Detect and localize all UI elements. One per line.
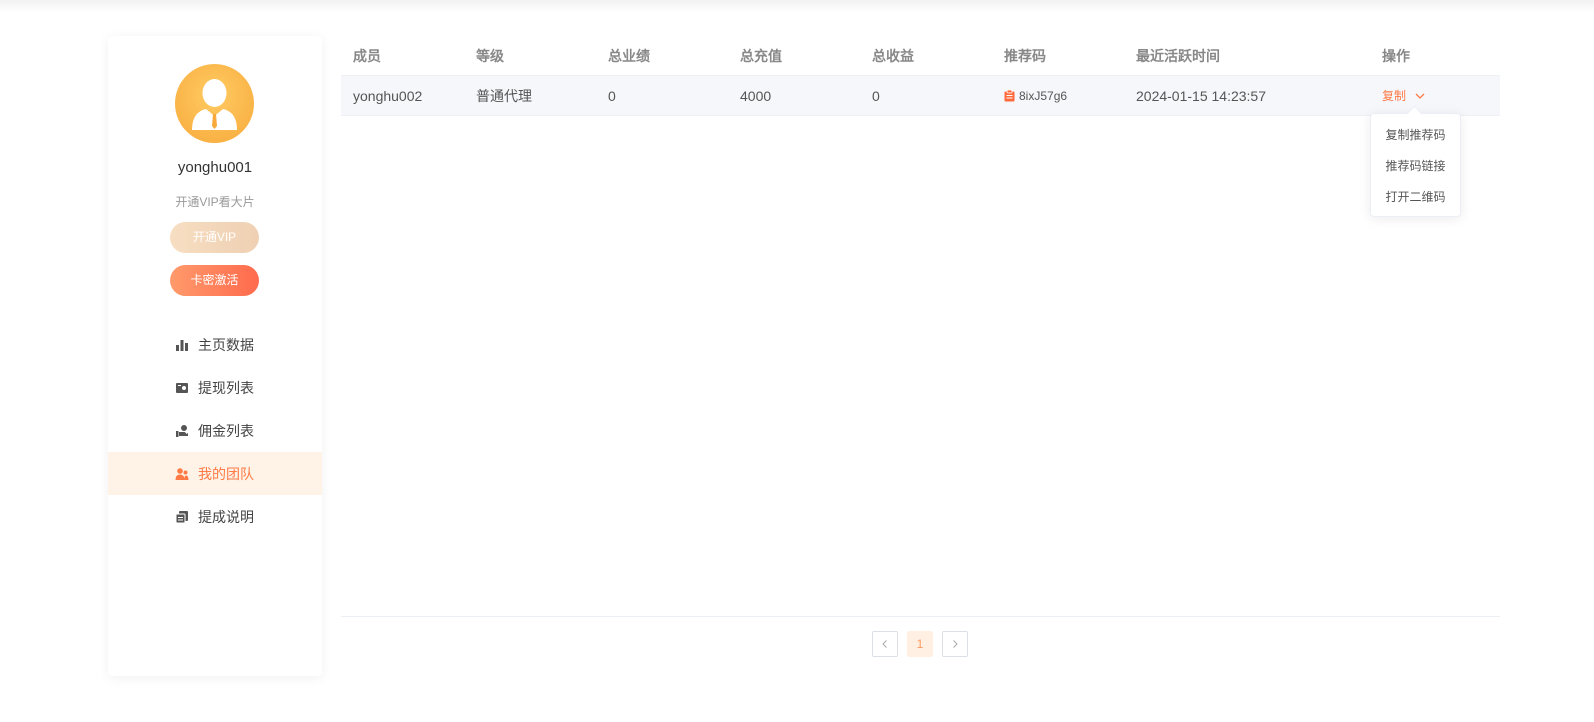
header-total-performance: 总业绩 xyxy=(608,47,650,64)
table-row: yonghu002 普通代理 0 4000 0 8ixJ57g6 2024-01… xyxy=(341,75,1500,116)
header-member: 成员 xyxy=(353,47,381,64)
header-total-income: 总收益 xyxy=(872,47,914,64)
page-number-current[interactable]: 1 xyxy=(907,631,933,657)
sidebar: yonghu001 开通VIP看大片 开通VIP 卡密激活 主页数据 提现列表 … xyxy=(108,36,322,676)
chevron-right-icon xyxy=(953,640,958,648)
cell-level: 普通代理 xyxy=(476,87,532,104)
cell-total-recharge: 4000 xyxy=(740,87,772,104)
clipboard-icon xyxy=(1004,89,1015,101)
cell-ref-code: 8ixJ57g6 xyxy=(1004,89,1136,103)
prev-page-button[interactable] xyxy=(872,631,898,657)
header-ref-code: 推荐码 xyxy=(1004,47,1046,64)
team-icon xyxy=(175,467,189,481)
user-avatar-icon xyxy=(192,79,237,130)
sidebar-item-label: 提现列表 xyxy=(198,379,254,396)
sidebar-menu: 主页数据 提现列表 佣金列表 我的团队 提成说明 xyxy=(108,323,322,538)
header-level: 等级 xyxy=(476,47,504,64)
dropdown-item-ref-link[interactable]: 推荐码链接 xyxy=(1371,151,1460,182)
sidebar-item-label: 主页数据 xyxy=(198,336,254,353)
cell-action: 复制 xyxy=(1382,87,1500,104)
username: yonghu001 xyxy=(177,159,253,176)
header-last-active: 最近活跃时间 xyxy=(1136,47,1220,64)
avatar xyxy=(175,64,254,143)
sidebar-item-my-team[interactable]: 我的团队 xyxy=(108,452,322,495)
copy-dropdown-menu: 复制推荐码 推荐码链接 打开二维码 xyxy=(1370,113,1461,217)
sidebar-item-home-data[interactable]: 主页数据 xyxy=(108,323,322,366)
copy-action-label: 复制 xyxy=(1382,89,1407,103)
vip-tip: 开通VIP看大片 xyxy=(175,195,255,209)
next-page-button[interactable] xyxy=(942,631,968,657)
sidebar-item-label: 佣金列表 xyxy=(198,422,254,439)
top-shadow xyxy=(0,0,1594,12)
dropdown-item-open-qrcode[interactable]: 打开二维码 xyxy=(1371,182,1460,213)
wallet-icon xyxy=(175,381,189,395)
sidebar-item-withdraw-list[interactable]: 提现列表 xyxy=(108,366,322,409)
header-total-recharge: 总充值 xyxy=(740,47,782,64)
cell-total-performance: 0 xyxy=(608,87,616,104)
hand-coin-icon xyxy=(175,424,189,438)
table-header: 成员 等级 总业绩 总充值 总收益 推荐码 最近活跃时间 操作 xyxy=(341,36,1500,75)
sidebar-item-commission-desc[interactable]: 提成说明 xyxy=(108,495,322,538)
cell-last-active: 2024-01-15 14:23:57 xyxy=(1136,87,1266,104)
copy-dropdown-trigger[interactable]: 复制 xyxy=(1382,87,1500,104)
card-activate-button[interactable]: 卡密激活 xyxy=(170,265,259,296)
sidebar-item-commission-list[interactable]: 佣金列表 xyxy=(108,409,322,452)
chevron-left-icon xyxy=(882,640,887,648)
sidebar-item-label: 我的团队 xyxy=(198,465,254,482)
header-action: 操作 xyxy=(1382,47,1410,64)
document-icon xyxy=(175,510,189,524)
open-vip-button[interactable]: 开通VIP xyxy=(170,222,259,253)
table-footer-divider xyxy=(341,616,1500,617)
chevron-down-icon xyxy=(1415,93,1425,99)
team-table: 成员 等级 总业绩 总充值 总收益 推荐码 最近活跃时间 操作 yonghu00… xyxy=(341,36,1500,116)
ref-code-text: 8ixJ57g6 xyxy=(1019,88,1068,103)
sidebar-item-label: 提成说明 xyxy=(198,508,254,525)
cell-member: yonghu002 xyxy=(353,87,423,104)
bar-chart-icon xyxy=(175,338,189,352)
dropdown-item-copy-ref-code[interactable]: 复制推荐码 xyxy=(1371,120,1460,151)
cell-total-income: 0 xyxy=(872,87,880,104)
pagination: 1 xyxy=(872,631,977,657)
